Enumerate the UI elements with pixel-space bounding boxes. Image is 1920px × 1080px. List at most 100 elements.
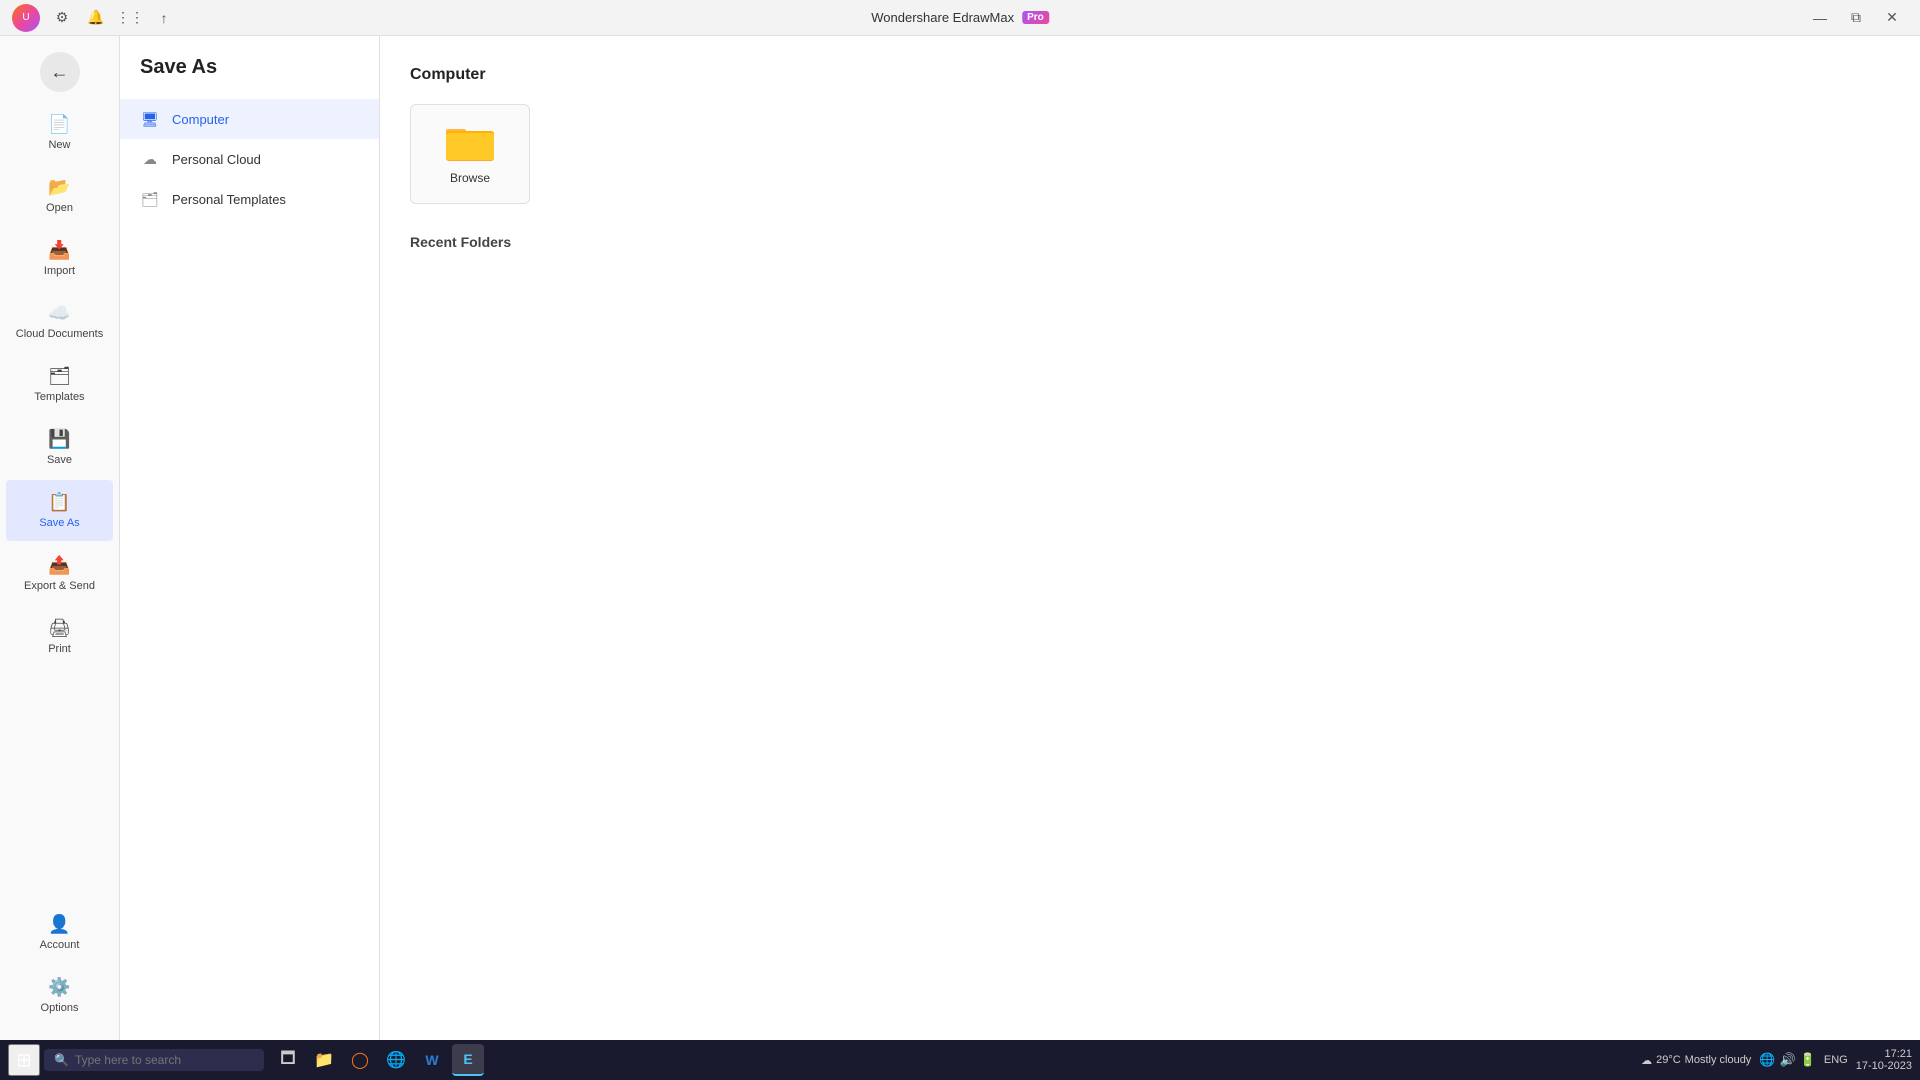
- sidebar-bottom-label-options: Options: [41, 1002, 79, 1014]
- sidebar-item-cloud[interactable]: ☁️ Cloud Documents: [6, 291, 113, 352]
- clock-time: 17:21: [1884, 1048, 1912, 1060]
- sidebar-item-export[interactable]: 📤 Export & Send: [6, 543, 113, 604]
- sidebar-item-print[interactable]: 🖨 Print: [6, 606, 113, 667]
- restore-button[interactable]: ⧉: [1840, 2, 1872, 34]
- nav-icon-personal_cloud: ☁: [140, 149, 160, 169]
- sidebar-label-saveas: Save As: [39, 517, 79, 529]
- sidebar-label-print: Print: [48, 643, 71, 655]
- volume-icon[interactable]: 🔊: [1780, 1052, 1796, 1068]
- sidebar-label-templates: Templates: [34, 391, 84, 403]
- start-button[interactable]: ⊞: [8, 1044, 40, 1076]
- save-as-nav-personal_cloud[interactable]: ☁ Personal Cloud: [120, 139, 379, 179]
- sidebar-bottom-icon-account: 👤: [48, 914, 70, 935]
- computer-nav-icon: 🖥: [141, 111, 159, 128]
- chrome-button[interactable]: 🌐: [380, 1044, 412, 1076]
- app-window: U ⚙ 🔔 ⋮⋮ ↑ Wondershare EdrawMax Pro — ⧉ …: [0, 0, 1920, 1040]
- sidebar-icon-open: 📂: [48, 177, 70, 198]
- taskbar-search-input[interactable]: [75, 1053, 235, 1067]
- network-icon[interactable]: 🌐: [1759, 1052, 1775, 1068]
- browse-card[interactable]: Browse: [410, 104, 530, 204]
- battery-icon[interactable]: 🔋: [1800, 1052, 1816, 1068]
- app-title-area: Wondershare EdrawMax Pro: [871, 10, 1049, 25]
- sidebar-bottom-account[interactable]: 👤 Account: [6, 902, 113, 963]
- sidebar-icon-import: 📥: [48, 240, 70, 261]
- sidebar-item-templates[interactable]: 🗂 Templates: [6, 354, 113, 415]
- sidebar-items: 📄 New 📂 Open 📥 Import ☁️ Cloud Documents…: [0, 100, 119, 669]
- sidebar-bottom-items: 👤 Account ⚙️ Options: [0, 902, 119, 1026]
- share-icon[interactable]: ↑: [150, 4, 178, 32]
- window-controls: — ⧉ ✕: [1804, 2, 1908, 34]
- sidebar-label-import: Import: [44, 265, 75, 277]
- sidebar-icon-save: 💾: [48, 429, 70, 450]
- minimize-button[interactable]: —: [1804, 2, 1836, 34]
- edrawmax-button[interactable]: E: [452, 1044, 484, 1076]
- save-as-nav-computer[interactable]: 🖥 Computer: [120, 99, 379, 139]
- weather-condition: Mostly cloudy: [1685, 1054, 1752, 1066]
- nav-icon-computer: 🖥: [140, 109, 160, 129]
- back-button[interactable]: ←: [40, 52, 80, 92]
- sidebar-icon-saveas: 📋: [48, 492, 70, 513]
- sidebar-icon-cloud: ☁️: [48, 303, 70, 324]
- nav-label-personal_templates: Personal Templates: [172, 192, 286, 207]
- taskbar-search-icon: 🔍: [54, 1053, 69, 1067]
- notification-icon[interactable]: 🔔: [82, 4, 110, 32]
- save-as-nav-personal_templates[interactable]: 🗂 Personal Templates: [120, 179, 379, 219]
- sidebar-bottom: 👤 Account ⚙️ Options: [0, 900, 119, 1040]
- explorer-button[interactable]: 📁: [308, 1044, 340, 1076]
- nav-label-computer: Computer: [172, 112, 229, 127]
- section-title: Computer: [410, 66, 1890, 84]
- title-bar: U ⚙ 🔔 ⋮⋮ ↑ Wondershare EdrawMax Pro — ⧉ …: [0, 0, 1920, 36]
- app-body: ← 📄 New 📂 Open 📥 Import ☁️ Cloud Documen…: [0, 36, 1920, 1040]
- settings-icon[interactable]: ⚙: [48, 4, 76, 32]
- grid-icon[interactable]: ⋮⋮: [116, 4, 144, 32]
- nav-label-personal_cloud: Personal Cloud: [172, 152, 261, 167]
- user-avatar[interactable]: U: [12, 4, 40, 32]
- sidebar-icon-export: 📤: [48, 555, 70, 576]
- taskbar: ⊞ 🔍 🗖 📁 ◯ 🌐 W E ☁ 29°C Mostly cloudy 🌐 🔊…: [0, 1040, 1920, 1080]
- save-as-nav: 🖥 Computer ☁ Personal Cloud 🗂 Personal T…: [120, 99, 379, 219]
- sidebar-bottom-icon-options: ⚙️: [48, 977, 70, 998]
- task-view-button[interactable]: 🗖: [272, 1044, 304, 1076]
- app-title: Wondershare EdrawMax: [871, 10, 1014, 25]
- taskbar-right: ☁ 29°C Mostly cloudy 🌐 🔊 🔋 ENG 17:21 17-…: [1641, 1048, 1912, 1072]
- sidebar-bottom-label-account: Account: [40, 939, 80, 951]
- clock-date: 17-10-2023: [1856, 1060, 1912, 1072]
- sidebar-label-new: New: [48, 139, 70, 151]
- taskbar-sys-icons: 🌐 🔊 🔋: [1759, 1052, 1816, 1068]
- sidebar-item-saveas[interactable]: 📋 Save As: [6, 480, 113, 541]
- sidebar-narrow: ← 📄 New 📂 Open 📥 Import ☁️ Cloud Documen…: [0, 36, 120, 1040]
- save-as-panel: Save As 🖥 Computer ☁ Personal Cloud 🗂 Pe…: [120, 36, 380, 1040]
- taskbar-search-box[interactable]: 🔍: [44, 1049, 264, 1071]
- sidebar-item-open[interactable]: 📂 Open: [6, 165, 113, 226]
- browse-label: Browse: [450, 171, 490, 185]
- sidebar-bottom-options[interactable]: ⚙️ Options: [6, 965, 113, 1026]
- sidebar-item-import[interactable]: 📥 Import: [6, 228, 113, 289]
- sidebar-icon-print: 🖨: [48, 618, 71, 639]
- folder-icon: [446, 123, 494, 163]
- edge-button[interactable]: ◯: [344, 1044, 376, 1076]
- taskbar-app-icons: 🗖 📁 ◯ 🌐 W E: [272, 1044, 484, 1076]
- sidebar-item-save[interactable]: 💾 Save: [6, 417, 113, 478]
- sidebar-label-export: Export & Send: [24, 580, 95, 592]
- save-as-title: Save As: [120, 56, 379, 99]
- taskbar-clock[interactable]: 17:21 17-10-2023: [1856, 1048, 1912, 1072]
- sidebar-item-new[interactable]: 📄 New: [6, 102, 113, 163]
- sidebar-label-open: Open: [46, 202, 73, 214]
- sidebar-label-save: Save: [47, 454, 72, 466]
- taskbar-weather[interactable]: ☁ 29°C Mostly cloudy: [1641, 1054, 1751, 1067]
- word-button[interactable]: W: [416, 1044, 448, 1076]
- language-indicator[interactable]: ENG: [1824, 1054, 1848, 1066]
- sidebar-icon-templates: 🗂: [48, 366, 71, 387]
- pro-badge: Pro: [1022, 11, 1049, 24]
- sidebar-label-cloud: Cloud Documents: [16, 328, 103, 340]
- weather-icon: ☁: [1641, 1054, 1652, 1067]
- nav-icon-personal_templates: 🗂: [140, 189, 160, 209]
- sidebar-icon-new: 📄: [48, 114, 70, 135]
- title-bar-left: U ⚙ 🔔 ⋮⋮ ↑: [12, 4, 178, 32]
- recent-folders-title: Recent Folders: [410, 234, 1890, 250]
- weather-temp: 29°C: [1656, 1054, 1681, 1066]
- cloud-nav-icon: ☁: [143, 151, 157, 168]
- template-nav-icon: 🗂: [141, 191, 159, 208]
- toolbar-icons: ⚙ 🔔 ⋮⋮ ↑: [48, 4, 178, 32]
- close-button[interactable]: ✕: [1876, 2, 1908, 34]
